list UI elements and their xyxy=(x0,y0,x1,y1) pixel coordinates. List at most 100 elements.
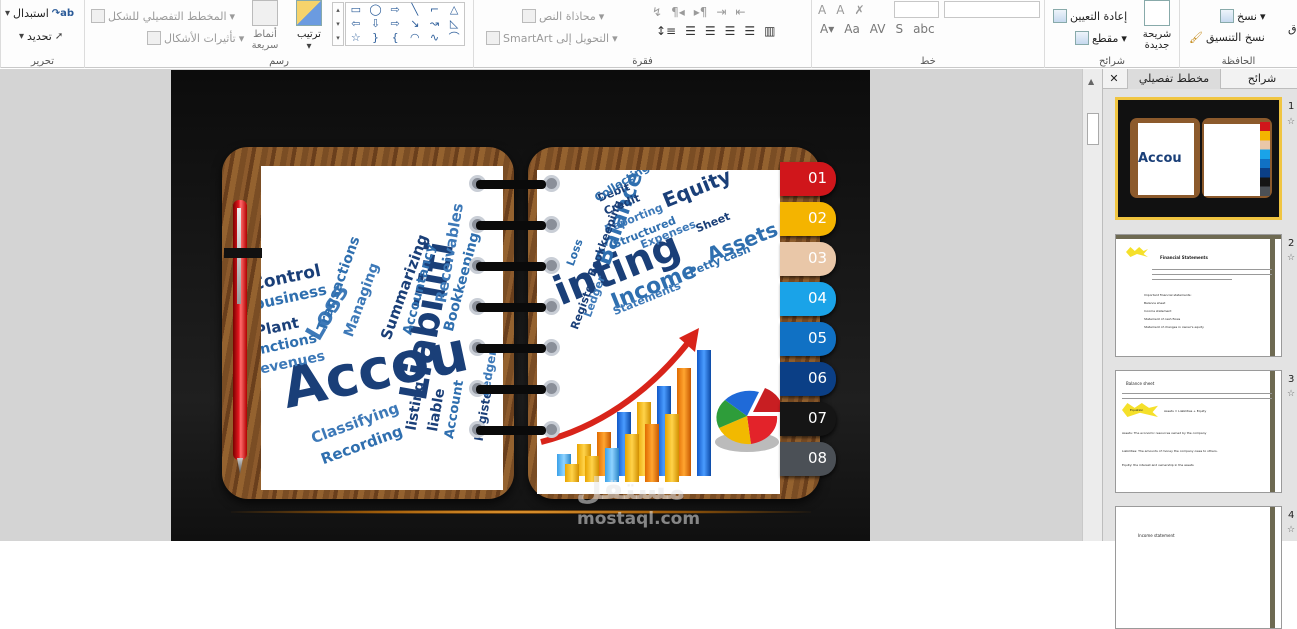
thumb-bar xyxy=(1270,507,1275,628)
left-arrow-shape-icon[interactable]: ⇦ xyxy=(346,17,366,31)
align-center-icon[interactable]: ☰ xyxy=(725,24,736,38)
font-color-icon[interactable]: A▾ xyxy=(820,22,834,36)
vertical-scrollbar[interactable]: ▲ xyxy=(1082,69,1102,541)
star-shape-icon[interactable]: ☆ xyxy=(346,31,366,45)
index-tab-01: 01 xyxy=(780,162,836,196)
thumb-bar xyxy=(1270,235,1275,356)
arc-shape-icon[interactable]: ◠ xyxy=(405,31,425,45)
shapes-gallery[interactable]: ▭ ◯ ⇨ ╲ ⌐ △ ⇦ ⇩ ⇨ ↘ ↝ ◺ ☆}{◠ ∿ ⌒ xyxy=(345,2,465,46)
font-size-combo[interactable] xyxy=(894,1,939,18)
lbrace-shape-icon[interactable]: { xyxy=(385,31,405,45)
slide-thumbnail-2[interactable]: Financial Statements Important financial… xyxy=(1115,234,1282,357)
thumb-text: Important financial statements: xyxy=(1144,293,1192,297)
slides-pane: ✕ مخطط تفصيلي شرائح Accou 1 ☆ Financial … xyxy=(1102,69,1297,629)
paragraph-group-label: فقرة xyxy=(632,56,653,67)
curved-connector-shape-icon[interactable]: ↝ xyxy=(425,17,445,31)
chevron-down-icon: ▾ xyxy=(612,31,618,45)
arrange-label: ترتيب xyxy=(297,29,321,40)
editing-group-label: تحرير xyxy=(30,56,55,67)
change-case-icon[interactable]: Aa xyxy=(844,22,860,36)
rtl-icon[interactable]: ¶◂ xyxy=(671,5,685,19)
shape-outline-button[interactable]: ▾ المخطط التفصيلي للشكل xyxy=(91,9,235,23)
connector-shape-icon[interactable]: ↘ xyxy=(405,17,425,31)
current-slide[interactable]: Accou Liabiliti Loss Transactions Managi… xyxy=(171,70,870,541)
index-tab-05: 05 xyxy=(780,322,836,356)
text-direction-icon[interactable]: ↯ xyxy=(652,5,662,19)
binding-ring xyxy=(476,344,546,353)
shadow-icon[interactable]: S xyxy=(895,22,903,36)
indent-icon[interactable]: ⇥ xyxy=(716,5,726,19)
shrink-font-icon[interactable]: A xyxy=(836,3,844,17)
thumb-bar xyxy=(1270,371,1275,492)
reset-button[interactable]: إعادة التعيين xyxy=(1053,9,1127,23)
scroll-thumb[interactable] xyxy=(1087,113,1099,145)
thumb-text-line xyxy=(1122,398,1272,399)
block-arrow-shape-icon[interactable]: ⇨ xyxy=(385,17,405,31)
oval-shape-icon[interactable]: ◯ xyxy=(366,3,386,17)
format-painter-button[interactable]: نسخ التنسيق 🖌 xyxy=(1189,31,1265,44)
reset-icon xyxy=(1053,9,1067,23)
char-spacing-icon[interactable]: AV xyxy=(870,22,886,36)
paste-button[interactable]: ق xyxy=(1288,22,1297,35)
copy-button[interactable]: ▾ نسخ xyxy=(1220,9,1266,23)
font-name-combo[interactable] xyxy=(944,1,1040,18)
quick-styles-button[interactable]: أنماط سريعة xyxy=(245,0,285,52)
thumb-page-right xyxy=(1204,124,1260,196)
new-slide-button[interactable]: شريحة جديدة xyxy=(1137,0,1177,52)
select-button[interactable]: ➚ تحديد ▾ xyxy=(19,30,63,43)
thumb-burst xyxy=(1126,247,1148,257)
quick-styles-icon xyxy=(252,0,278,26)
replace-button[interactable]: ab↷ استبدال ▾ xyxy=(5,7,74,20)
watermark-arabic: مستقل xyxy=(576,472,686,507)
select-label: تحديد xyxy=(27,30,52,43)
rect-shape-icon[interactable]: ▭ xyxy=(346,3,366,17)
elbow-shape-icon[interactable]: ⌐ xyxy=(425,3,445,17)
outdent-icon[interactable]: ⇤ xyxy=(735,5,745,19)
line-spacing-icon[interactable]: ↕≡ xyxy=(656,24,676,38)
pen-outline-icon xyxy=(91,9,105,23)
index-tab-04: 04 xyxy=(780,282,836,316)
align-text-icon xyxy=(522,9,536,23)
align-left-icon[interactable]: ☰ xyxy=(705,24,716,38)
tab-outline[interactable]: مخطط تفصيلي xyxy=(1127,69,1221,89)
curve-shape-icon[interactable]: ∿ xyxy=(425,31,445,45)
slide-thumbnail-3[interactable]: Balance sheet Equation Assets = Liabilit… xyxy=(1115,370,1282,493)
thumb-bar xyxy=(1116,235,1281,239)
brace-shape-icon[interactable]: } xyxy=(366,31,386,45)
pane-close-button[interactable]: ✕ xyxy=(1107,69,1121,89)
ltriangle-shape-icon[interactable]: ◺ xyxy=(444,17,464,31)
slide-editing-area: Accou Liabiliti Loss Transactions Managi… xyxy=(0,69,1082,541)
thumb-text-line xyxy=(1152,279,1232,280)
align-right-icon[interactable]: ☰ xyxy=(744,24,755,38)
scroll-up-icon[interactable]: ▲ xyxy=(1088,77,1094,86)
arrange-button[interactable]: ترتيب ▾ xyxy=(289,0,329,52)
right-arrow-shape-icon[interactable]: ⇨ xyxy=(385,3,405,17)
section-button[interactable]: ▾ مقطع xyxy=(1075,31,1127,45)
slide-thumbnail-1[interactable]: Accou xyxy=(1115,97,1282,220)
growth-chart-graphic xyxy=(540,328,780,482)
columns-icon[interactable]: ▥ xyxy=(764,24,775,38)
smartart-icon xyxy=(486,31,500,45)
justify-icon[interactable]: ☰ xyxy=(685,24,696,38)
freeform-shape-icon[interactable]: ⌒ xyxy=(444,31,464,45)
tab-slides[interactable]: شرائح xyxy=(1227,69,1297,89)
paragraph-row-2: ↕≡ ☰ ☰ ☰ ☰ ▥ xyxy=(656,24,776,38)
slide-number-2: 2 xyxy=(1288,238,1295,249)
slide-thumbnail-4[interactable]: Income statement xyxy=(1115,506,1282,629)
triangle-shape-icon[interactable]: △ xyxy=(444,3,464,17)
line-shape-icon[interactable]: ╲ xyxy=(405,3,425,17)
clear-format-icon[interactable]: ✗ xyxy=(854,3,864,17)
strikethrough-icon[interactable]: abc xyxy=(913,22,935,36)
ribbon: ab↷ استبدال ▾ ➚ تحديد ▾ تحرير ▾ المخطط ا… xyxy=(0,0,1297,68)
shape-effects-button[interactable]: ▾ تأثيرات الأشكال xyxy=(147,31,244,45)
down-arrow-shape-icon[interactable]: ⇩ xyxy=(366,17,386,31)
thumb-text: Equity: the interest and ownership in th… xyxy=(1122,463,1194,467)
ltr-icon[interactable]: ▸¶ xyxy=(694,5,708,19)
grow-font-icon[interactable]: A xyxy=(818,3,826,17)
convert-smartart-button[interactable]: ▾ التحويل إلى SmartArt xyxy=(486,31,618,45)
align-text-button[interactable]: ▾ محاذاة النص xyxy=(522,9,604,23)
chart-bar xyxy=(677,368,691,476)
align-text-label: محاذاة النص xyxy=(539,9,596,23)
index-tab-08: 08 xyxy=(780,442,836,476)
shapes-scroll[interactable]: ▴ ▾ ▾ xyxy=(332,2,344,46)
